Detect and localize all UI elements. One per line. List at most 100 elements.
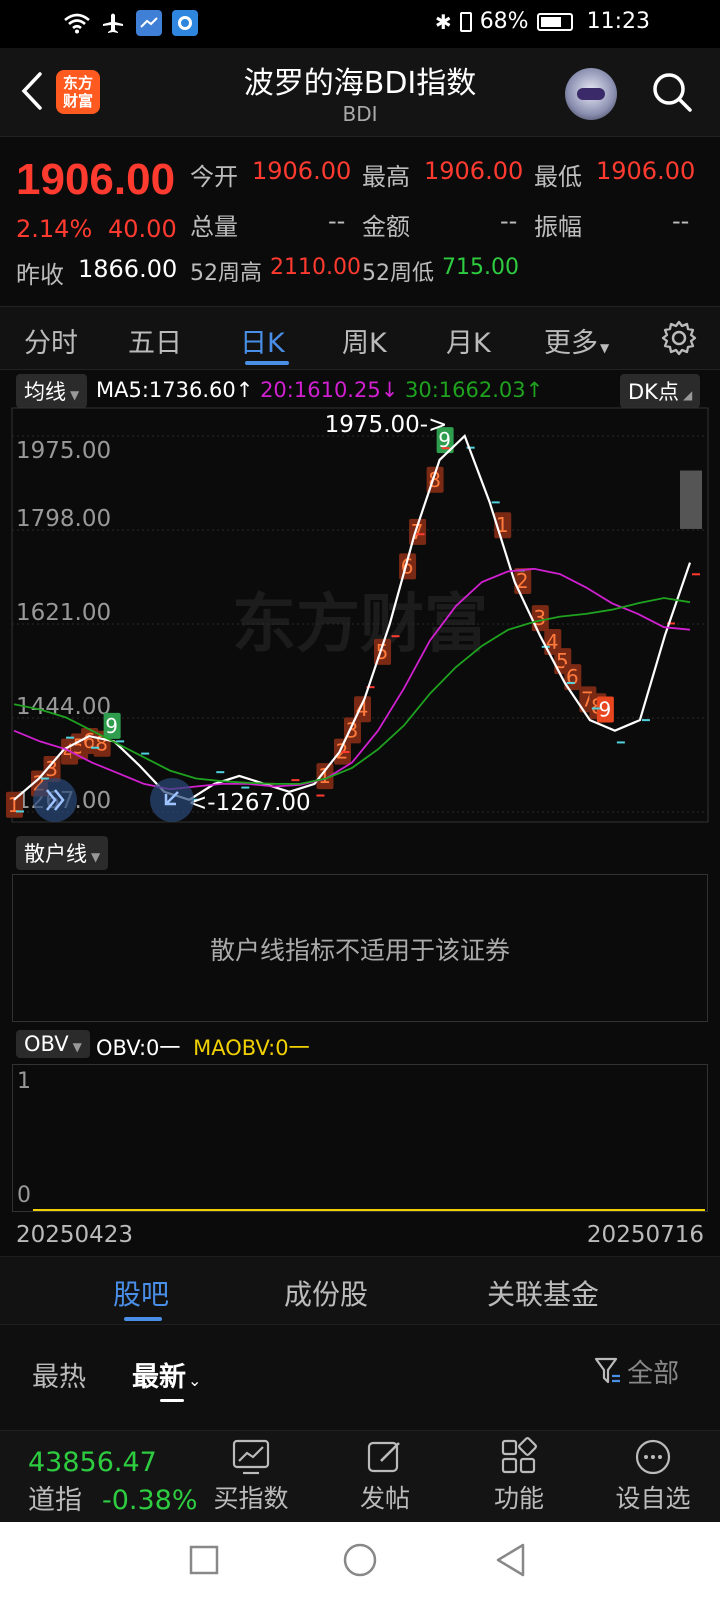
- y-tick-label: 1798.00: [16, 506, 111, 532]
- expand-button[interactable]: [33, 778, 77, 822]
- tab-active-indicator: [124, 1317, 162, 1321]
- sort-latest[interactable]: 最新 ⌄: [132, 1355, 201, 1394]
- battery-icon: [536, 12, 573, 31]
- watermark: 东方财富: [232, 588, 488, 662]
- status-bar: ✱ 68% 11:23: [0, 0, 720, 48]
- maobv-value-label: MAOBV:0: [193, 1036, 289, 1060]
- date-start: 20250423: [16, 1222, 134, 1248]
- tab-daily-k[interactable]: 日K: [240, 321, 285, 360]
- vibrate-icon: [459, 11, 472, 32]
- svg-text:9: 9: [105, 714, 118, 738]
- arrow-up-icon: ↑: [235, 378, 254, 402]
- locate-button[interactable]: [150, 778, 194, 822]
- bottom-toolbar: 43856.47 道指 -0.38% 买指数 发帖 功能 设自选: [0, 1430, 720, 1522]
- dow-change: -0.38%: [102, 1485, 198, 1516]
- td-count-marker: 3: [531, 605, 549, 632]
- obv-axis-top: 1: [17, 1069, 31, 1094]
- edit-icon: [367, 1441, 400, 1473]
- dow-label: 道指: [28, 1485, 82, 1516]
- tab-active-indicator: [245, 361, 289, 365]
- airplane-icon: [100, 10, 126, 36]
- svg-text:6: 6: [83, 729, 96, 753]
- add-watchlist-button[interactable]: 设自选: [598, 1437, 708, 1515]
- last-price: 1906.00: [16, 155, 176, 204]
- retail-line-panel: 散户线指标不适用于该证券: [12, 874, 708, 1022]
- amount-value: --: [500, 207, 518, 235]
- w52-low-label: 52周低: [362, 261, 434, 286]
- battery-percent: 68%: [479, 9, 529, 34]
- td-count-marker: 9: [103, 712, 121, 739]
- caret-down-icon: ▼: [600, 341, 610, 355]
- obv-axis-bottom: 0: [17, 1183, 31, 1208]
- low-value: 1906.00: [596, 157, 696, 185]
- obv-value-label: OBV:0: [96, 1036, 160, 1060]
- caret-down-icon: ▼: [91, 850, 101, 864]
- tab-weekly-k[interactable]: 周K: [342, 321, 387, 360]
- chart-icon: [232, 1439, 270, 1475]
- low-label: 最低: [534, 163, 582, 191]
- dk-point-button[interactable]: DK点 ◢: [620, 374, 701, 408]
- assistant-robot-icon[interactable]: [565, 68, 617, 120]
- recent-apps-icon[interactable]: [188, 1544, 220, 1576]
- dow-value: 43856.47: [28, 1447, 157, 1478]
- wifi-icon: [64, 10, 90, 36]
- app-header: 东方 财富 波罗的海BDI指数 BDI: [0, 48, 720, 136]
- tab-intraday[interactable]: 分时: [24, 321, 78, 360]
- grid-icon: [501, 1437, 537, 1474]
- tab-more[interactable]: 更多 ▼: [544, 321, 609, 360]
- ma20-label: 20:1610.25: [260, 378, 381, 402]
- amount-label: 金额: [362, 213, 410, 241]
- open-label: 今开: [190, 163, 238, 191]
- corner-arrow-icon: ◢: [682, 388, 693, 402]
- app-notification-icon: [136, 10, 162, 36]
- y-tick-label: 1621.00: [16, 600, 111, 626]
- retail-line-selector[interactable]: 散户线 ▼: [16, 836, 109, 870]
- tab-related-funds[interactable]: 关联基金: [487, 1273, 599, 1313]
- prev-close-label: 昨收: [16, 261, 64, 289]
- ma5-label: MA5:1736.60: [96, 378, 236, 402]
- tab-monthly-k[interactable]: 月K: [446, 321, 491, 360]
- sort-active-indicator: [160, 1399, 184, 1402]
- bluetooth-icon: ✱: [434, 9, 452, 34]
- arrow-up-icon: ↑: [525, 378, 544, 402]
- more-circle-icon: [635, 1439, 671, 1475]
- date-end: 20250716: [586, 1222, 704, 1248]
- prev-close-value: 1866.00: [78, 255, 178, 283]
- system-nav-bar: [0, 1522, 720, 1600]
- ma-selector[interactable]: 均线 ▼: [16, 374, 88, 408]
- change-percent: 2.14%: [16, 215, 93, 243]
- caret-down-icon: ▼: [70, 388, 80, 402]
- home-icon[interactable]: [342, 1542, 378, 1578]
- obv-legend: OBV:0一 MAOBV:0一: [96, 1036, 310, 1060]
- obv-selector[interactable]: OBV ▼: [16, 1030, 90, 1058]
- amplitude-value: --: [672, 207, 690, 235]
- buy-index-button[interactable]: 买指数: [196, 1437, 306, 1515]
- function-button[interactable]: 功能: [464, 1437, 574, 1515]
- post-button[interactable]: 发帖: [330, 1437, 440, 1515]
- quote-panel: 1906.00 2.14% 40.00 昨收 1866.00 今开 1906.0…: [0, 136, 720, 306]
- community-tabs: 股吧 成份股 关联基金: [0, 1256, 720, 1324]
- back-nav-icon[interactable]: [494, 1542, 528, 1578]
- td-count-marker: 2: [514, 567, 532, 594]
- min-marker: <-1267.00: [188, 790, 311, 816]
- sort-hot[interactable]: 最热: [32, 1355, 86, 1394]
- search-icon[interactable]: [650, 70, 694, 114]
- open-value: 1906.00: [252, 157, 352, 185]
- y-tick-label: 1975.00: [16, 438, 111, 464]
- arrow-down-icon: ↓: [380, 378, 399, 402]
- kline-chart[interactable]: 东方财富 1975.001798.001621.001444.001267.00…: [0, 406, 720, 826]
- gear-icon[interactable]: [660, 319, 698, 357]
- tab-five-day[interactable]: 五日: [128, 321, 182, 360]
- change-amount: 40.00: [108, 215, 177, 243]
- high-label: 最高: [362, 163, 410, 191]
- filter-button[interactable]: 全部: [594, 1353, 679, 1390]
- svg-text:9: 9: [599, 697, 612, 721]
- volume-label: 总量: [190, 213, 238, 241]
- caret-down-icon: ▼: [72, 1040, 82, 1054]
- volume-value: --: [328, 207, 346, 235]
- td-count-marker: 9: [596, 696, 614, 723]
- dow-ticker[interactable]: 43856.47 道指 -0.38%: [28, 1447, 198, 1517]
- tab-constituents[interactable]: 成份股: [284, 1273, 368, 1313]
- max-marker: 1975.00->: [325, 412, 448, 438]
- tab-guba[interactable]: 股吧: [113, 1273, 169, 1313]
